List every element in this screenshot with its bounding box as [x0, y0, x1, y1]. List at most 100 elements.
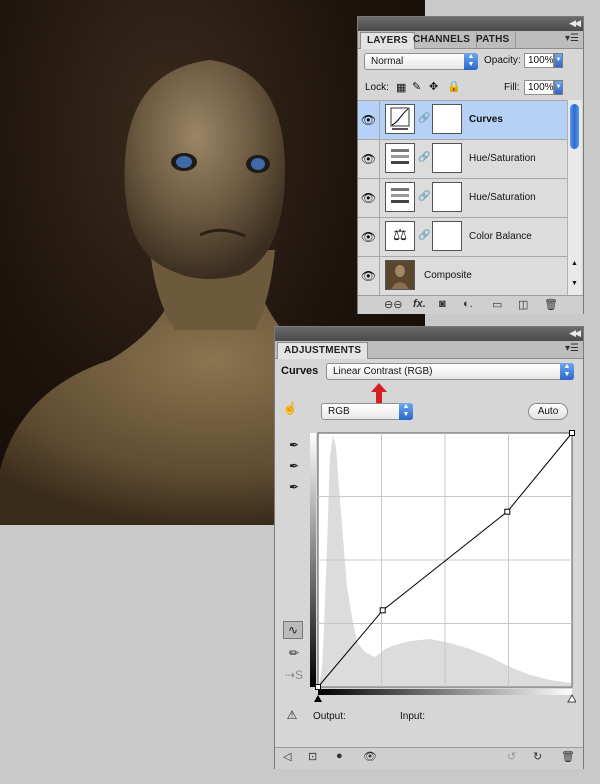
layer-row-curves[interactable]: 👁 🔗 Curves: [358, 101, 568, 140]
clipping-warning-icon[interactable]: ⚠: [283, 707, 301, 723]
panel-menu-icon[interactable]: ▾☰: [565, 33, 579, 44]
layer-name[interactable]: Hue/Saturation: [469, 192, 536, 203]
clip-to-layer-icon[interactable]: ●: [336, 750, 343, 762]
layer-name[interactable]: Composite: [424, 270, 472, 281]
dropdown-arrow-icon: ▲ ▼: [464, 53, 478, 70]
layers-list: 👁 🔗 Curves 👁 🔗 Hue/Saturation 👁 🔗 Hue/Sa…: [358, 100, 568, 296]
panel-titlebar[interactable]: ◀◀: [275, 327, 583, 341]
color-balance-icon: ⚖: [385, 221, 415, 251]
adjustment-type-label: Curves: [281, 365, 319, 377]
panel-titlebar[interactable]: ◀◀: [358, 17, 583, 31]
visibility-eye-icon[interactable]: 👁: [358, 140, 380, 178]
hue-saturation-icon: [385, 143, 415, 173]
dropdown-arrow-icon: ▲ ▼: [399, 403, 413, 420]
layer-row-color-balance[interactable]: 👁 ⚖ 🔗 Color Balance: [358, 218, 568, 257]
opacity-slider-arrow-icon[interactable]: ▼: [554, 53, 563, 68]
input-gradient-bar: [318, 689, 572, 695]
black-point-eyedropper-icon[interactable]: ✒: [285, 437, 303, 453]
lock-all-icon[interactable]: 🔒: [447, 80, 461, 93]
blend-mode-value: Normal: [371, 56, 404, 67]
lock-paint-icon[interactable]: ✎: [412, 80, 421, 93]
link-icon[interactable]: 🔗: [418, 191, 430, 202]
reset-icon[interactable]: ↻: [533, 750, 542, 763]
blend-mode-dropdown[interactable]: Normal ▲ ▼: [364, 53, 478, 70]
preset-value: Linear Contrast (RGB): [333, 366, 433, 377]
layer-mask-thumb[interactable]: [432, 221, 462, 251]
layers-bottom-toolbar: ⊖⊖ fx. ◙ ◐. ▭ ◫ 🗑: [358, 295, 583, 314]
tab-paths[interactable]: PATHS: [470, 32, 517, 48]
layer-mask-thumb[interactable]: [432, 104, 462, 134]
curve-control-point[interactable]: [569, 430, 575, 436]
curve-control-point[interactable]: [504, 508, 511, 515]
input-label: Input:: [400, 711, 426, 722]
collapse-icon[interactable]: ◀◀: [569, 18, 581, 29]
layer-mask-thumb[interactable]: [432, 143, 462, 173]
layers-tabbar: LAYERS CHANNELS PATHS ▾☰: [358, 31, 583, 49]
channel-value: RGB: [328, 406, 350, 417]
trash-icon[interactable]: 🗑: [544, 298, 558, 311]
scrollbar-thumb[interactable]: [570, 104, 579, 149]
layer-name[interactable]: Color Balance: [469, 231, 532, 242]
gray-point-eyedropper-icon[interactable]: ✒: [285, 458, 303, 474]
view-previous-icon[interactable]: ↺: [507, 750, 516, 763]
visibility-eye-icon[interactable]: 👁: [358, 101, 380, 139]
fill-slider-arrow-icon[interactable]: ▼: [554, 80, 563, 95]
white-point-eyedropper-icon[interactable]: ✒: [285, 479, 303, 495]
fill-input[interactable]: 100%: [524, 80, 554, 95]
link-icon[interactable]: 🔗: [418, 152, 430, 163]
layer-row-hue-saturation-2[interactable]: 👁 🔗 Hue/Saturation: [358, 179, 568, 218]
smooth-curve-icon[interactable]: ⇢S: [285, 667, 303, 683]
dropdown-arrow-icon: ▲ ▼: [560, 363, 574, 380]
add-mask-icon[interactable]: ◙: [439, 298, 446, 310]
portrait-thumbnail: [385, 260, 415, 290]
expand-view-icon[interactable]: ⊡: [308, 750, 317, 763]
tab-adjustments[interactable]: ADJUSTMENTS: [277, 342, 369, 359]
trash-icon[interactable]: 🗑: [561, 750, 575, 763]
scroll-up-icon[interactable]: ▲: [571, 260, 578, 267]
channel-dropdown[interactable]: RGB ▲ ▼: [321, 403, 413, 420]
targeted-adjustment-hand-icon[interactable]: ☝: [281, 400, 299, 416]
panel-menu-icon[interactable]: ▾☰: [565, 343, 579, 354]
link-layers-icon[interactable]: ⊖⊖: [384, 298, 402, 311]
link-icon[interactable]: 🔗: [418, 230, 430, 241]
back-arrow-icon[interactable]: ◁: [283, 750, 291, 763]
opacity-label: Opacity:: [484, 55, 521, 66]
curve-control-point[interactable]: [315, 684, 321, 690]
layer-name[interactable]: Curves: [469, 114, 503, 125]
curve-control-point[interactable]: [379, 607, 386, 614]
visibility-eye-icon[interactable]: 👁: [358, 179, 380, 217]
layers-panel: ◀◀ LAYERS CHANNELS PATHS ▾☰ Normal ▲ ▼ Op…: [357, 16, 584, 314]
adjustments-bottom-toolbar: ◁ ⊡ ● 👁 ↺ ↻ 🗑: [275, 747, 583, 769]
pencil-tool-icon[interactable]: ✏: [285, 645, 303, 661]
new-layer-icon[interactable]: ◫: [518, 298, 528, 311]
opacity-input[interactable]: 100%: [524, 53, 554, 68]
tab-channels[interactable]: CHANNELS: [407, 32, 478, 48]
visibility-eye-icon[interactable]: 👁: [358, 257, 380, 295]
output-gradient-bar: [310, 433, 316, 687]
layers-scrollbar[interactable]: ▲ ▼: [567, 100, 582, 295]
adjustments-tabbar: ADJUSTMENTS ▾☰: [275, 341, 583, 359]
black-point-slider-icon[interactable]: [314, 695, 322, 702]
lock-label: Lock:: [365, 82, 389, 93]
curves-icon: [385, 104, 415, 134]
white-point-slider-icon[interactable]: [567, 693, 576, 703]
scroll-down-icon[interactable]: ▼: [571, 280, 578, 287]
layer-row-hue-saturation-1[interactable]: 👁 🔗 Hue/Saturation: [358, 140, 568, 179]
lock-transparency-icon[interactable]: ▦: [396, 81, 406, 94]
preset-dropdown[interactable]: Linear Contrast (RGB) ▲ ▼: [326, 363, 574, 380]
curves-graph[interactable]: [310, 427, 576, 703]
lock-move-icon[interactable]: ✥: [429, 80, 438, 93]
layer-mask-thumb[interactable]: [432, 182, 462, 212]
fill-label: Fill:: [504, 82, 520, 93]
adjustment-layer-icon[interactable]: ◐.: [463, 298, 473, 310]
curve-point-tool-icon[interactable]: ∿: [283, 621, 303, 639]
link-icon[interactable]: 🔗: [418, 113, 430, 124]
fx-icon[interactable]: fx.: [413, 298, 426, 310]
visibility-eye-icon[interactable]: 👁: [363, 750, 377, 763]
visibility-eye-icon[interactable]: 👁: [358, 218, 380, 256]
collapse-icon[interactable]: ◀◀: [569, 328, 581, 339]
auto-button[interactable]: Auto: [528, 403, 568, 420]
layer-name[interactable]: Hue/Saturation: [469, 153, 536, 164]
new-group-icon[interactable]: ▭: [492, 298, 502, 311]
layer-row-composite[interactable]: 👁 Composite: [358, 257, 568, 296]
